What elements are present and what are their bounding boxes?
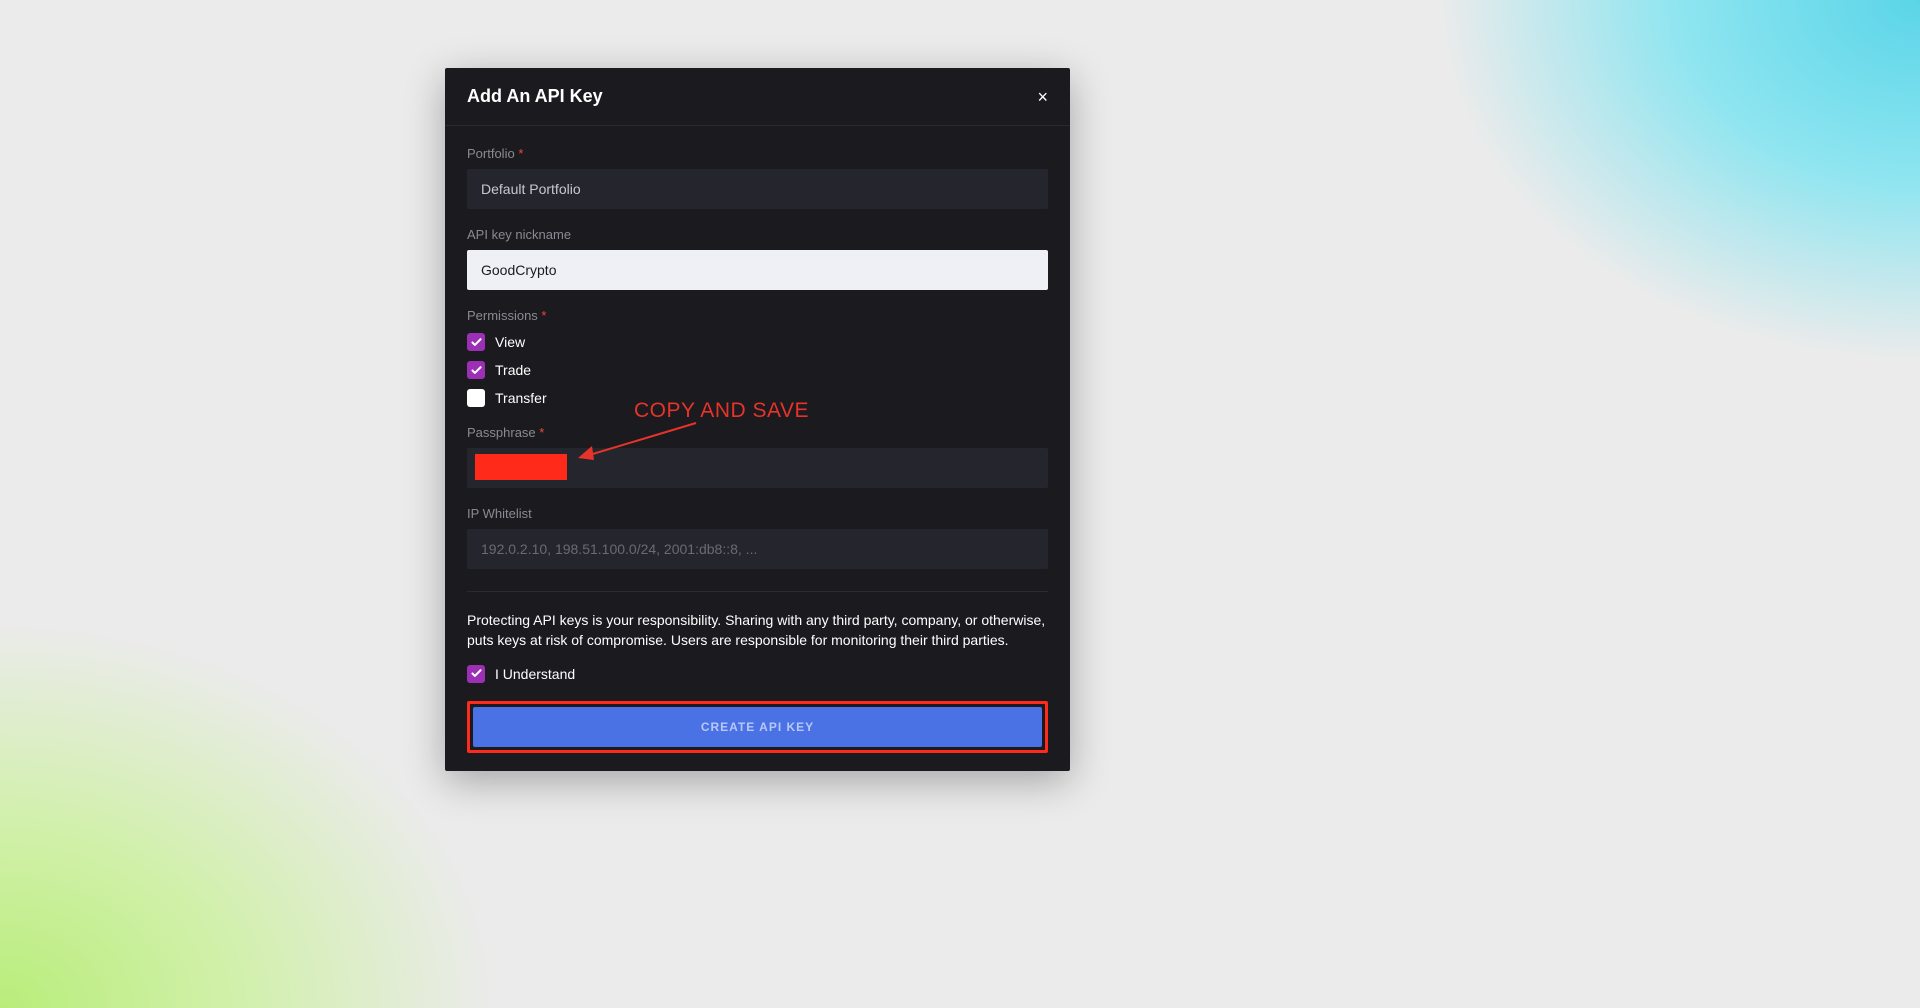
- understand-checkbox[interactable]: [467, 665, 485, 683]
- modal-header: Add An API Key ×: [445, 68, 1070, 126]
- ip-whitelist-label: IP Whitelist: [467, 506, 1048, 521]
- ip-whitelist-field-group: IP Whitelist: [467, 506, 1048, 569]
- passphrase-field-group: Passphrase *: [467, 425, 1048, 488]
- close-icon[interactable]: ×: [1037, 88, 1048, 106]
- passphrase-wrapper: [467, 448, 1048, 488]
- passphrase-label-text: Passphrase: [467, 425, 536, 440]
- permissions-field-group: Permissions * View Trade: [467, 308, 1048, 407]
- modal-body: Portfolio * API key nickname Permissions…: [445, 126, 1070, 771]
- required-indicator: *: [541, 308, 546, 323]
- checkmark-icon: [470, 364, 483, 377]
- permissions-label: Permissions *: [467, 308, 1048, 323]
- add-api-key-modal: Add An API Key × Portfolio * API key nic…: [445, 68, 1070, 771]
- modal-title: Add An API Key: [467, 86, 603, 107]
- permission-view-item: View: [467, 333, 1048, 351]
- portfolio-field-group: Portfolio *: [467, 146, 1048, 209]
- nickname-label: API key nickname: [467, 227, 1048, 242]
- checkmark-icon: [470, 336, 483, 349]
- ip-whitelist-input[interactable]: [467, 529, 1048, 569]
- permission-transfer-checkbox[interactable]: [467, 389, 485, 407]
- permissions-label-text: Permissions: [467, 308, 538, 323]
- nickname-input[interactable]: [467, 250, 1048, 290]
- portfolio-input[interactable]: [467, 169, 1048, 209]
- required-indicator: *: [518, 146, 523, 161]
- permission-trade-checkbox[interactable]: [467, 361, 485, 379]
- permission-transfer-item: Transfer: [467, 389, 1048, 407]
- permission-transfer-label: Transfer: [495, 390, 547, 406]
- understand-row: I Understand: [467, 665, 1048, 683]
- passphrase-label: Passphrase *: [467, 425, 1048, 440]
- nickname-field-group: API key nickname: [467, 227, 1048, 290]
- permission-view-label: View: [495, 334, 525, 350]
- create-button-highlight: CREATE API KEY: [467, 701, 1048, 753]
- create-api-key-button[interactable]: CREATE API KEY: [473, 707, 1042, 747]
- permission-trade-item: Trade: [467, 361, 1048, 379]
- portfolio-label: Portfolio *: [467, 146, 1048, 161]
- permission-view-checkbox[interactable]: [467, 333, 485, 351]
- required-indicator: *: [539, 425, 544, 440]
- permission-trade-label: Trade: [495, 362, 531, 378]
- checkmark-icon: [470, 667, 483, 680]
- understand-label: I Understand: [495, 666, 575, 682]
- passphrase-redaction-overlay: [475, 454, 567, 480]
- divider: [467, 591, 1048, 592]
- permissions-checkbox-group: View Trade Transfer: [467, 333, 1048, 407]
- portfolio-label-text: Portfolio: [467, 146, 515, 161]
- disclaimer-text: Protecting API keys is your responsibili…: [467, 610, 1048, 651]
